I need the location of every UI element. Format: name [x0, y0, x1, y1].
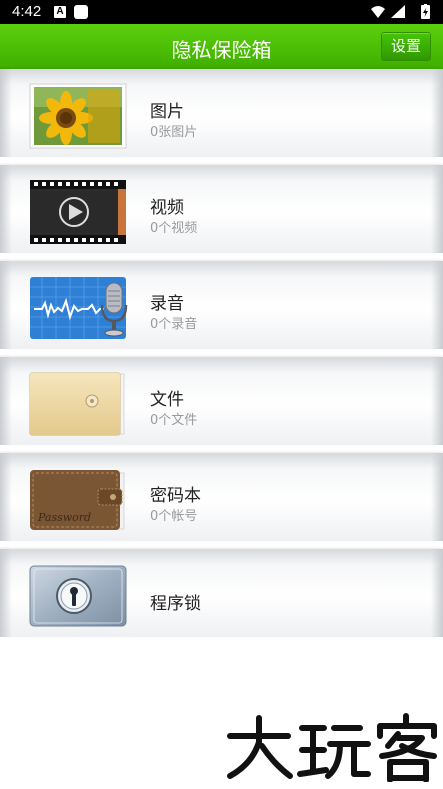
vault-item-pictures[interactable]: 图片 0张图片	[0, 69, 443, 165]
vault-item-password-book[interactable]: Password 密码本 0个帐号	[0, 453, 443, 549]
item-name: 文件	[150, 390, 184, 410]
item-name: 程序锁	[150, 594, 201, 614]
page-title: 隐私保险箱	[171, 38, 272, 62]
wifi-icon	[371, 6, 385, 18]
leather-wallet-icon: Password	[30, 470, 125, 530]
waveform-microphone-icon	[30, 277, 128, 339]
watermark-logo	[227, 713, 437, 782]
cell-signal-icon	[391, 5, 405, 18]
notification-square-icon	[74, 5, 88, 19]
item-count: 0个录音	[150, 317, 198, 332]
item-count: 0个文件	[150, 413, 198, 428]
item-count: 0个帐号	[150, 509, 198, 524]
item-name: 图片	[150, 102, 184, 122]
battery-icon	[421, 4, 430, 19]
status-icons	[371, 4, 430, 19]
title-bar: 隐私保险箱 设置	[0, 24, 443, 69]
sunflower-photo-icon	[29, 83, 127, 149]
vault-list: 图片 0张图片 视频 0个视频 录音 0个录音 文件 0个文件 Password…	[0, 69, 443, 645]
item-name: 视频	[150, 198, 184, 218]
status-bar: 4:42 A	[0, 0, 443, 24]
item-count: 0张图片	[150, 125, 198, 140]
settings-button[interactable]: 设置	[381, 32, 431, 61]
keyhole-lock-icon	[29, 565, 127, 627]
status-time: 4:42	[12, 3, 42, 20]
vault-item-recordings[interactable]: 录音 0个录音	[0, 261, 443, 357]
vault-item-files[interactable]: 文件 0个文件	[0, 357, 443, 453]
item-name: 密码本	[150, 486, 201, 506]
svg-text:Password: Password	[37, 511, 91, 524]
vault-item-app-lock[interactable]: 程序锁	[0, 549, 443, 645]
item-count: 0个视频	[150, 221, 198, 236]
vault-item-videos[interactable]: 视频 0个视频	[0, 165, 443, 261]
envelope-folder-icon	[29, 372, 125, 436]
item-name: 录音	[150, 294, 184, 314]
film-strip-play-icon	[30, 180, 126, 244]
notification-a-icon: A	[54, 6, 66, 18]
